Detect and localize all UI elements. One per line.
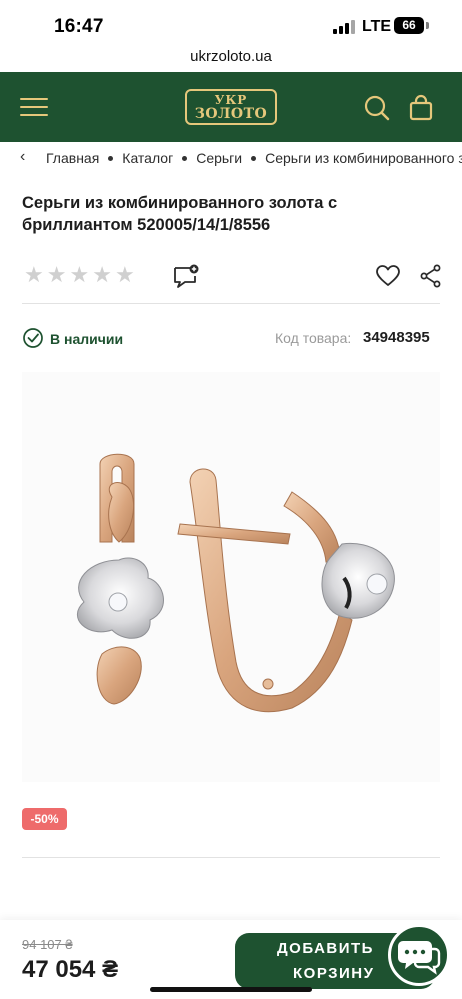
star-icon[interactable]: ★	[115, 264, 135, 286]
menu-icon[interactable]	[20, 98, 48, 116]
breadcrumb-item-home[interactable]: Главная	[46, 150, 99, 166]
sku-label: Код товара:	[275, 330, 352, 346]
discount-badge: -50%	[22, 808, 67, 830]
home-indicator	[150, 987, 312, 992]
breadcrumb-back-icon[interactable]: ‹	[20, 148, 25, 166]
browser-url[interactable]: ukrzoloto.ua	[0, 48, 462, 65]
old-price: 94 107 ₴	[22, 937, 73, 952]
signal-icon	[333, 20, 355, 34]
star-icon[interactable]: ★	[47, 264, 67, 286]
star-icon[interactable]: ★	[24, 264, 44, 286]
product-title: Серьги из комбинированного золота с брил…	[22, 194, 338, 234]
breadcrumb: ‹ Главная Каталог Серьги Серьги из комбинир…	[0, 142, 462, 176]
battery-tip	[426, 22, 429, 29]
current-price: 47 054 ₴	[22, 956, 119, 983]
product-image[interactable]	[22, 372, 440, 782]
breadcrumb-item-catalog[interactable]: Каталог	[122, 150, 173, 166]
star-icon[interactable]: ★	[92, 264, 112, 286]
breadcrumb-item-earrings[interactable]: Серьги	[196, 150, 242, 166]
logo-line-1: УКР	[214, 93, 248, 107]
network-type: LTE	[362, 18, 392, 35]
breadcrumb-separator	[182, 155, 188, 161]
chat-icon	[398, 941, 441, 975]
battery-icon: 66	[394, 17, 424, 34]
breadcrumb-separator	[108, 155, 114, 161]
site-header: УКР ЗОЛОТО	[0, 72, 462, 142]
breadcrumb-separator	[251, 155, 257, 161]
divider	[22, 857, 440, 858]
breadcrumb-item-current: Серьги из комбинированного золота	[265, 150, 462, 166]
availability-status: В наличии	[50, 331, 124, 347]
status-time: 16:47	[54, 16, 104, 37]
in-stock-check-icon	[23, 328, 43, 348]
search-icon[interactable]	[363, 94, 391, 122]
share-icon[interactable]	[420, 264, 442, 288]
heart-icon[interactable]	[375, 264, 401, 288]
sku-value: 34948395	[363, 329, 430, 346]
logo-line-2: ЗОЛОТО	[194, 106, 268, 122]
star-icon[interactable]: ★	[69, 264, 89, 286]
add-comment-icon[interactable]	[172, 263, 200, 289]
shopping-bag-icon[interactable]	[407, 94, 435, 122]
rating-stars[interactable]: ★ ★ ★ ★ ★	[24, 264, 138, 286]
site-logo[interactable]: УКР ЗОЛОТО	[185, 89, 277, 125]
divider	[22, 303, 440, 304]
status-bar: 16:47 LTE 66	[0, 0, 462, 46]
earrings-image	[77, 453, 395, 713]
chat-button[interactable]	[388, 924, 450, 986]
